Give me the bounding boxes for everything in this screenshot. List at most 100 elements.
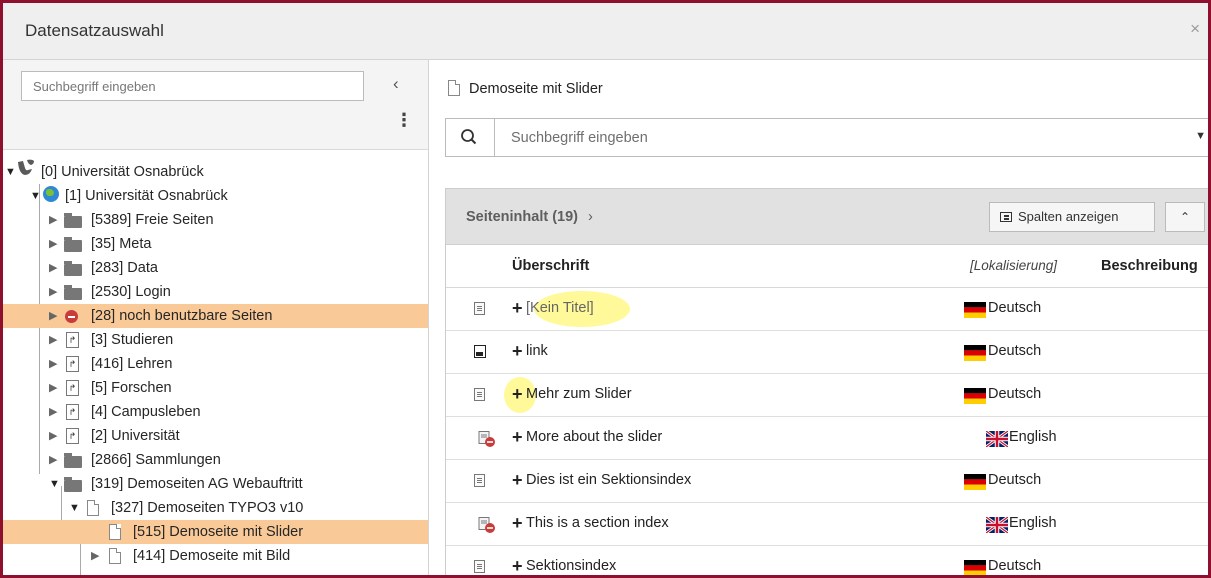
record-title[interactable]: Sektionsindex	[526, 558, 616, 574]
tree-node[interactable]: ▶ [2530] Login	[3, 280, 428, 304]
page-icon	[109, 524, 121, 542]
panel-header: Seiteninhalt (19) › Spalten anzeigen ⌃	[446, 189, 1208, 245]
tree-node-label: [414] Demoseite mit Bild	[133, 548, 291, 564]
collapsed-toggle-icon[interactable]: ▶	[49, 376, 57, 400]
page-title: Demoseite mit Slider	[469, 81, 603, 97]
add-record-icon[interactable]: +	[512, 427, 523, 448]
expanded-toggle-icon[interactable]: ▼	[69, 496, 80, 520]
collapsed-toggle-icon[interactable]: ▶	[49, 400, 57, 424]
table-row: + Dies ist ein Sektionsindex Deutsch	[446, 460, 1208, 503]
collapsed-toggle-icon[interactable]: ▶	[49, 208, 57, 232]
expanded-toggle-icon[interactable]: ▼	[30, 184, 41, 208]
shortcut-page-icon: ↱	[66, 428, 79, 446]
record-language: Deutsch	[988, 343, 1042, 359]
shortcut-page-icon: ↱	[66, 380, 79, 398]
tree-node[interactable]: ▶ [2866] Sammlungen	[3, 448, 428, 472]
tree-node[interactable]: ▶ [5389] Freie Seiten	[3, 208, 428, 232]
chevron-right-icon: ›	[588, 209, 593, 225]
expanded-toggle-icon[interactable]: ▼	[49, 472, 60, 496]
show-columns-label: Spalten anzeigen	[1018, 209, 1119, 224]
tree-node[interactable]: ▶ ↱ [4] Campusleben	[3, 400, 428, 424]
folder-icon	[64, 477, 82, 492]
collapsed-toggle-icon[interactable]: ▶	[49, 256, 57, 280]
collapsed-toggle-icon[interactable]: ▶	[49, 304, 57, 328]
tree-node-label: [515] Demoseite mit Slider	[133, 524, 304, 540]
collapsed-toggle-icon[interactable]: ▶	[49, 352, 57, 376]
german-flag-icon	[964, 345, 986, 361]
tree-node-label: [327] Demoseiten TYPO3 v10	[111, 500, 304, 516]
add-record-icon[interactable]: +	[512, 384, 523, 405]
tree-node-label: [2530] Login	[91, 284, 171, 300]
collapsed-toggle-icon[interactable]: ▶	[49, 232, 57, 256]
tree-node[interactable]: ▼ [319] Demoseiten AG Webauftritt	[3, 472, 428, 496]
tree-node-label: [28] noch benutzbare Seiten	[91, 308, 273, 324]
tree-node-label: [3] Studieren	[91, 332, 174, 348]
column-header-title: Überschrift	[512, 258, 590, 274]
collapsed-toggle-icon[interactable]: ▶	[91, 544, 99, 568]
page-icon	[448, 80, 460, 96]
record-search-input[interactable]	[495, 119, 1165, 156]
globe-icon	[43, 186, 59, 204]
tree-node[interactable]: ▼ [327] Demoseiten TYPO3 v10	[3, 496, 428, 520]
add-record-icon[interactable]: +	[512, 298, 523, 319]
tree-node[interactable]: ▶ [283] Data	[3, 256, 428, 280]
tree-node[interactable]: ▼ [1] Universität Osnabrück	[3, 184, 428, 208]
tree-node[interactable]: ▶ [35] Meta	[3, 232, 428, 256]
modal-header: Datensatzauswahl ×	[3, 3, 1208, 60]
tree-node[interactable]: ▶ ↱ [5] Forschen	[3, 376, 428, 400]
tree-node[interactable]: ▼ [0] Universität Osnabrück	[3, 159, 428, 184]
tree-node-selected[interactable]: [515] Demoseite mit Slider	[3, 520, 428, 544]
page-tree-panel: ‹ ⋮ ▼ [0] Universität Osnabrück ▼ [1] Un…	[3, 60, 429, 575]
collapsed-toggle-icon[interactable]: ▶	[49, 328, 57, 352]
folder-icon	[64, 237, 82, 252]
collapsed-toggle-icon[interactable]: ▶	[49, 448, 57, 472]
add-record-icon[interactable]: +	[512, 470, 523, 491]
tree-node-label: [2] Universität	[91, 428, 180, 444]
collapse-tree-icon[interactable]: ‹	[393, 74, 399, 94]
table-row: + [Kein Titel] Deutsch	[446, 288, 1208, 331]
menu-content-icon	[474, 560, 485, 573]
section-toggle[interactable]: Seiteninhalt (19) ›	[466, 209, 593, 225]
german-flag-icon	[964, 474, 986, 490]
tree-search-input[interactable]	[21, 71, 364, 101]
table-header: Überschrift [Lokalisierung] Beschreibung	[446, 245, 1208, 288]
german-flag-icon	[964, 560, 986, 575]
record-title[interactable]: Dies ist ein Sektionsindex	[526, 472, 691, 488]
search-icon[interactable]	[446, 119, 495, 156]
record-title[interactable]: [Kein Titel]	[526, 300, 594, 316]
tree-node[interactable]: ▶ ↱ [416] Lehren	[3, 352, 428, 376]
show-columns-button[interactable]: Spalten anzeigen	[989, 202, 1155, 232]
record-title[interactable]: This is a section index	[526, 515, 669, 531]
collapse-panel-button[interactable]: ⌃	[1165, 202, 1205, 232]
tree-menu-icon[interactable]: ⋮	[395, 110, 413, 131]
caret-down-icon[interactable]: ▼	[1195, 130, 1206, 142]
folder-icon	[64, 213, 82, 228]
add-record-icon[interactable]: +	[512, 513, 523, 534]
tree-node[interactable]: ▶ ↱ [2] Universität	[3, 424, 428, 448]
shortcut-page-icon: ↱	[66, 404, 79, 422]
column-header-localization: [Lokalisierung]	[970, 258, 1058, 273]
content-table-panel: Seiteninhalt (19) › Spalten anzeigen ⌃ Ü…	[445, 188, 1208, 575]
tree-node[interactable]: ▶ [414] Demoseite mit Bild	[3, 544, 428, 568]
collapsed-toggle-icon[interactable]: ▶	[49, 424, 57, 448]
record-list-panel: Demoseite mit Slider ▼ Seiteninhalt (19)…	[429, 60, 1208, 575]
text-content-icon	[474, 474, 485, 487]
expanded-toggle-icon[interactable]: ▼	[5, 160, 16, 184]
collapsed-toggle-icon[interactable]: ▶	[49, 280, 57, 304]
folder-icon	[64, 285, 82, 300]
record-title[interactable]: link	[526, 343, 548, 359]
table-row: + More about the slider English	[446, 417, 1208, 460]
german-flag-icon	[964, 388, 986, 404]
tree-node[interactable]: ▶ ↱ [3] Studieren	[3, 328, 428, 352]
uk-flag-icon	[985, 515, 1009, 535]
text-content-icon	[474, 388, 485, 401]
record-language: Deutsch	[988, 472, 1042, 488]
tree-node-highlighted[interactable]: ▶ [28] noch benutzbare Seiten	[3, 304, 428, 328]
table-row: + link Deutsch	[446, 331, 1208, 374]
add-record-icon[interactable]: +	[512, 556, 523, 575]
record-title[interactable]: More about the slider	[526, 429, 662, 445]
close-icon[interactable]: ×	[1190, 19, 1200, 39]
record-title[interactable]: Mehr zum Slider	[526, 386, 632, 402]
hidden-content-icon	[478, 517, 496, 536]
add-record-icon[interactable]: +	[512, 341, 523, 362]
